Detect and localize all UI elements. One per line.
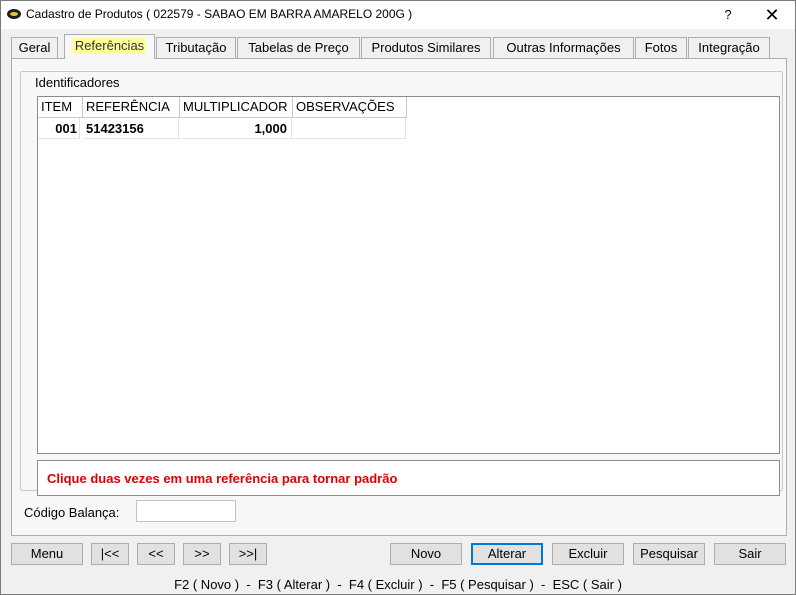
previous-record-button[interactable]: <<	[137, 543, 175, 565]
tab-produtos-similares[interactable]: Produtos Similares	[361, 37, 491, 58]
identificadores-group: Identificadores ITEM REFERÊNCIA MULTIPLI…	[20, 71, 783, 496]
tab-outras-informacoes[interactable]: Outras Informações	[493, 37, 634, 58]
identificadores-label: Identificadores	[33, 75, 122, 90]
pesquisar-button[interactable]: Pesquisar	[633, 543, 705, 565]
hint-text: Clique duas vezes em uma referência para…	[47, 471, 398, 486]
next-record-button[interactable]: >>	[183, 543, 221, 565]
tab-referencias[interactable]: Referências	[64, 34, 155, 59]
tab-referencias-label: Referências	[72, 38, 147, 53]
window-title: Cadastro de Produtos ( 022579 - SABAO EM…	[26, 7, 413, 21]
product-registration-window: Cadastro de Produtos ( 022579 - SABAO EM…	[0, 0, 796, 595]
referencias-panel: Identificadores ITEM REFERÊNCIA MULTIPLI…	[11, 58, 787, 536]
column-header-item[interactable]: ITEM	[38, 97, 83, 118]
novo-button[interactable]: Novo	[390, 543, 462, 565]
app-logo-icon	[7, 9, 21, 19]
codigo-balanca-label: Código Balança:	[24, 505, 120, 520]
tab-fotos[interactable]: Fotos	[635, 37, 687, 58]
tab-geral[interactable]: Geral	[11, 37, 58, 58]
menu-button[interactable]: Menu	[11, 543, 83, 565]
alterar-button[interactable]: Alterar	[471, 543, 543, 565]
tab-integracao[interactable]: Integração	[688, 37, 770, 58]
hint-box: Clique duas vezes em uma referência para…	[37, 460, 780, 496]
close-button[interactable]: ✕	[750, 3, 794, 27]
tab-tabelas-de-preco[interactable]: Tabelas de Preço	[237, 37, 360, 58]
last-record-button[interactable]: >>|	[229, 543, 267, 565]
codigo-balanca-input[interactable]	[136, 500, 236, 522]
tab-tributacao[interactable]: Tributação	[156, 37, 236, 58]
title-bar: Cadastro de Produtos ( 022579 - SABAO EM…	[1, 1, 795, 29]
column-header-observacoes[interactable]: OBSERVAÇÕES	[293, 97, 407, 118]
references-grid[interactable]: ITEM REFERÊNCIA MULTIPLICADOR OBSERVAÇÕE…	[37, 96, 780, 454]
first-record-button[interactable]: |<<	[91, 543, 129, 565]
cell-item[interactable]: 001	[38, 118, 80, 139]
cell-multiplicador[interactable]: 1,000	[180, 118, 292, 139]
column-header-multiplicador[interactable]: MULTIPLICADOR	[180, 97, 293, 118]
sair-button[interactable]: Sair	[714, 543, 786, 565]
cell-referencia[interactable]: 51423156	[83, 118, 179, 139]
cell-observacoes[interactable]	[293, 118, 406, 139]
excluir-button[interactable]: Excluir	[552, 543, 624, 565]
column-header-referencia[interactable]: REFERÊNCIA	[83, 97, 180, 118]
shortcut-help-text: F2 ( Novo ) - F3 ( Alterar ) - F4 ( Excl…	[174, 577, 622, 592]
help-button[interactable]: ?	[706, 3, 750, 27]
